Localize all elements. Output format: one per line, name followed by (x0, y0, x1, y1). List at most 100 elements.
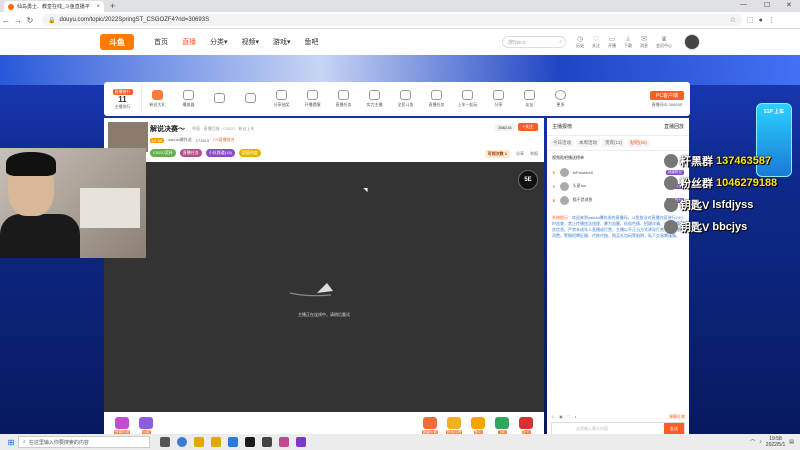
files-icon[interactable] (211, 437, 221, 447)
toolbar-item-all-fish[interactable]: 全民斗鱼 (390, 90, 421, 108)
extension-icon[interactable]: ⬚ (747, 16, 754, 24)
replay-tab[interactable]: 直播回放 (664, 123, 684, 130)
avatar-icon (664, 154, 678, 168)
chrome-icon[interactable] (177, 437, 187, 447)
gift-small-icon[interactable]: ▣ (559, 414, 563, 420)
toolbar-item-friends[interactable]: 友友 (514, 90, 545, 108)
color-icon[interactable]: ◐ (574, 414, 576, 420)
toolbar-item-power[interactable]: 实力主播 (359, 90, 390, 108)
message-icon[interactable]: ✉ 消息 (640, 35, 648, 49)
window-close-icon[interactable]: ✕ (786, 1, 792, 9)
pc-client[interactable]: PC客户端 直播间ID 30693S (650, 90, 684, 108)
app-icon[interactable] (262, 437, 272, 447)
nav-home[interactable]: 首页 (154, 37, 168, 47)
toolbar-item-task[interactable]: 直播任务 (328, 90, 359, 108)
browser-tab-strip: 仙岛勇士、教皇在线_斗鱼直播平 × + — ☐ ✕ (0, 0, 800, 12)
search-icon: ⌕ (23, 439, 26, 445)
pc-client-button[interactable]: PC客户端 (650, 90, 684, 100)
taskbar-search[interactable]: ⌕ 在这里输入你要搜索的内容 (18, 436, 150, 448)
danmu-gift-toggle[interactable]: 弹幕礼物 (669, 414, 685, 420)
history-icon[interactable]: ◷ 历史 (576, 35, 584, 49)
lock-icon[interactable]: 🔒 (48, 17, 55, 24)
toolbar-item-remind[interactable]: 开播提醒 (297, 90, 328, 108)
gift-item[interactable]: 飞机 (490, 417, 514, 435)
toolbar-item-gift[interactable] (204, 93, 235, 105)
toolbar-item-share-draw[interactable]: 分享抽奖 (266, 90, 297, 108)
site-search-input[interactable]: 搜Nsico ⌕ (502, 36, 566, 48)
maximize-icon[interactable]: ☐ (764, 1, 770, 9)
douyu-logo[interactable]: 斗鱼 (100, 34, 134, 50)
vip-icon[interactable]: ♛ 会员中心 (656, 35, 672, 49)
obs-icon[interactable] (245, 437, 255, 447)
douyu-favicon-icon (8, 3, 14, 10)
room-id: 直播间ID 30693S (651, 101, 683, 107)
fans-icon[interactable]: ♡ (567, 414, 571, 420)
reload-icon[interactable]: ↻ (24, 16, 36, 25)
toolbar-item-more[interactable]: 更多 (545, 90, 576, 108)
folder-icon[interactable] (194, 437, 204, 447)
tab-fans[interactable]: 贴吧(55) (627, 139, 651, 147)
streamer-ranking-tab[interactable]: 主播报榜 (552, 123, 572, 130)
download-icon[interactable]: ⤓ 下载 (624, 35, 632, 49)
volume-icon[interactable]: ♪ (759, 439, 762, 445)
plane-icon (493, 90, 504, 100)
gift-item[interactable]: 惊喜礼物 (110, 417, 134, 435)
toolbar-item-player[interactable]: 播放器 (173, 90, 204, 108)
gift-item[interactable]: 超级火箭 (418, 417, 442, 435)
new-tab-icon[interactable]: + (110, 1, 115, 11)
broadcast-icon[interactable]: ▭ 开播 (608, 35, 616, 49)
notification-icon[interactable]: ▤ (789, 439, 794, 445)
windows-start-icon[interactable]: ⊞ (4, 438, 18, 447)
close-tab-icon[interactable]: × (96, 4, 100, 10)
gift-item[interactable]: 办卡 (514, 417, 538, 435)
toolbar-item-shield[interactable] (235, 93, 266, 105)
medal-tag[interactable]: 超级热度 (238, 149, 261, 157)
nav-fishbar[interactable]: 鱼吧 (305, 37, 319, 47)
medal-tag[interactable]: 小队频道(18) (205, 149, 235, 157)
steam-icon[interactable] (228, 437, 238, 447)
nav-game[interactable]: 游戏▾ (273, 37, 291, 47)
toolbar-item-fan-gift[interactable]: 粉丝大礼 (142, 90, 173, 108)
bookmark-star-icon[interactable]: ☆ (730, 16, 736, 24)
nav-live[interactable]: 直播 (182, 37, 196, 47)
nav-category[interactable]: 分类▾ (210, 37, 228, 47)
profile-icon[interactable]: ● (759, 17, 763, 24)
network-icon[interactable]: ⌒ (750, 439, 755, 446)
gift-item[interactable]: 粉丝灯牌 (442, 417, 466, 435)
task-view-icon[interactable] (160, 437, 170, 447)
clock[interactable]: 19:58 2022/5/1 (766, 436, 785, 448)
streamer-rank[interactable]: 直播排行 11 主播排行 (104, 84, 142, 114)
toolbar-item-task-2[interactable]: 直播任务 (421, 90, 452, 108)
follower-count: 356216 (495, 123, 515, 131)
claim-chance-button[interactable]: 可领次数 1 (484, 150, 510, 158)
medal-tag[interactable]: CSGO奖杯 (150, 149, 176, 157)
follow-icon[interactable]: ♡ 关注 (592, 35, 600, 49)
gift-item[interactable]: 火箭 (134, 417, 158, 435)
emoji-icon[interactable]: ☺ (551, 414, 555, 420)
share-button[interactable]: 分享 (516, 151, 524, 157)
minimize-icon[interactable]: — (740, 1, 747, 8)
address-bar[interactable]: 🔒 douyu.com/topic/2022SpringST_CSGOZF4?r… (42, 14, 742, 26)
tab-today[interactable]: 今日活动 (550, 139, 574, 147)
gift-item[interactable]: 鱼丸 (466, 417, 490, 435)
toolbar-item-share[interactable]: 分享 (483, 90, 514, 108)
forward-icon[interactable]: → (12, 16, 24, 25)
follow-button[interactable]: +关注 (517, 123, 538, 131)
ranking-badge[interactable]: CS直播排名 (213, 137, 235, 143)
streamer-name[interactable]: sakula爆炸虎 (168, 137, 192, 143)
tab-vip[interactable]: 贵宾(13) (602, 139, 626, 147)
gift-icon (471, 417, 485, 429)
nav-video[interactable]: 视频▾ (242, 37, 260, 47)
report-button[interactable]: 举报 (530, 151, 538, 157)
menu-icon[interactable]: ⋮ (768, 16, 775, 24)
browser-tab[interactable]: 仙岛勇士、教皇在线_斗鱼直播平 × (4, 1, 104, 12)
toolbar-item-carpool[interactable]: 上车一起玩 (452, 90, 483, 108)
app-icon[interactable] (296, 437, 306, 447)
app-icon[interactable] (279, 437, 289, 447)
medal-tag[interactable]: 直播任务 (179, 149, 202, 157)
back-icon[interactable]: ← (0, 16, 12, 25)
user-avatar[interactable] (684, 34, 700, 50)
search-icon[interactable]: ⌕ (559, 39, 562, 45)
video-player[interactable]: 5E 主播正在连线中，请稍后重试 (104, 162, 544, 412)
tab-week[interactable]: 本周活动 (576, 139, 600, 147)
